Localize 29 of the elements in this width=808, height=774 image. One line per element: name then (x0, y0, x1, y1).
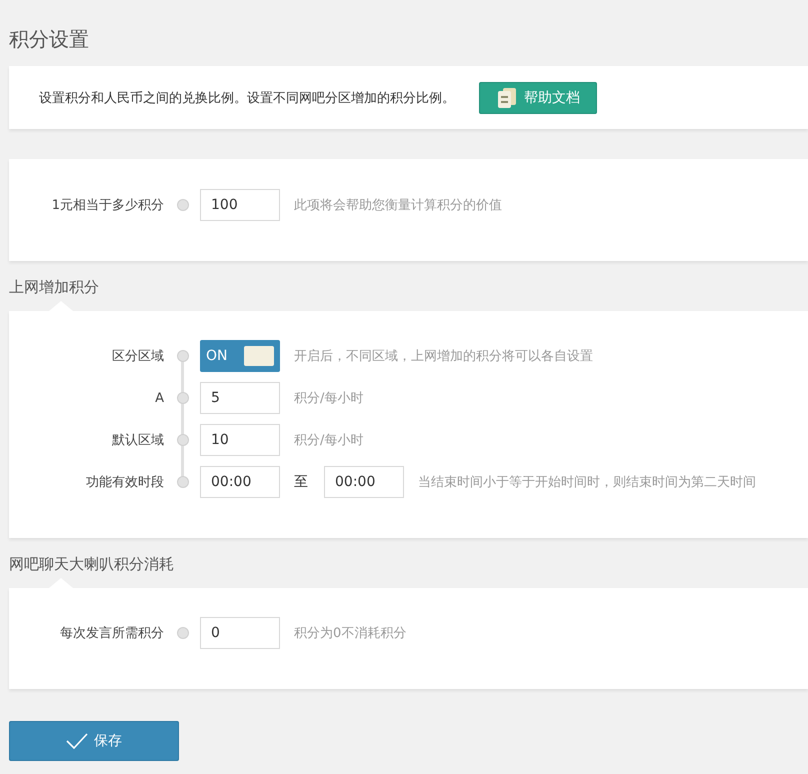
hint-text: 当结束时间小于等于开始时间时，则结束时间为第二天时间 (418, 474, 756, 491)
intro-text: 设置积分和人民币之间的兑换比例。设置不同网吧分区增加的积分比例。 (39, 90, 455, 106)
check-icon (66, 733, 88, 749)
hint-text: 开启后，不同区域，上网增加的积分将可以各自设置 (294, 348, 593, 365)
time-field[interactable]: 00:00 (200, 466, 280, 498)
field-label: 功能有效时段 (85, 474, 164, 491)
step-dot (177, 199, 189, 211)
hint-text: 积分/每小时 (294, 432, 364, 449)
time-field[interactable]: 00:00 (324, 466, 404, 498)
field-label: 区分区域 (111, 348, 164, 365)
hint-text: 积分/每小时 (294, 390, 364, 407)
input-field[interactable]: 0 (200, 617, 280, 649)
input-field[interactable]: 10 (200, 424, 280, 456)
hint-text: 积分为0不消耗积分 (294, 625, 406, 642)
section-title: 网吧聊天大喇叭积分消耗 (9, 554, 174, 574)
section-title: 上网增加积分 (9, 277, 99, 297)
step-dot (177, 627, 189, 639)
save-button[interactable]: 保存 (9, 721, 179, 761)
input-field[interactable]: 100 (200, 189, 280, 221)
field-label: A (154, 390, 164, 406)
page-title: 积分设置 (9, 26, 89, 52)
toggle-switch[interactable]: ON (200, 340, 280, 372)
document-icon (496, 86, 518, 108)
field-label: 默认区域 (111, 432, 164, 449)
field-label: 1元相当于多少积分 (50, 197, 164, 214)
hint-text: 此项将会帮助您衡量计算积分的价值 (294, 197, 502, 214)
field-label: 每次发言所需积分 (59, 625, 164, 642)
input-field[interactable]: 5 (200, 382, 280, 414)
separator-text: 至 (294, 473, 308, 491)
